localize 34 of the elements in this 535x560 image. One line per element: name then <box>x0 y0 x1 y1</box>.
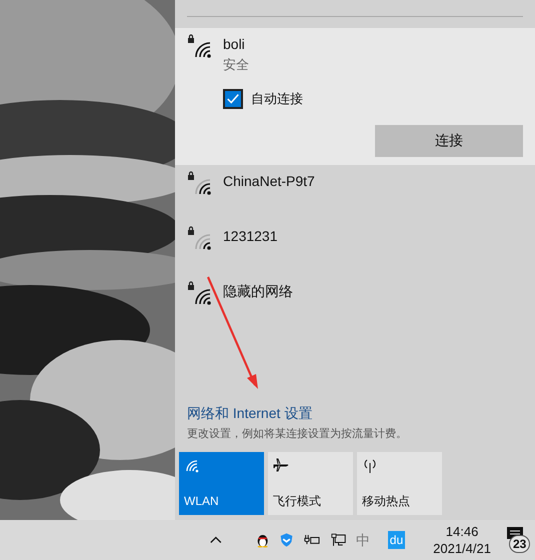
network-item-expanded[interactable]: boli 安全 自动连接 连接 <box>175 28 535 164</box>
airplane-icon <box>273 457 289 473</box>
quick-action-tile[interactable]: 移动热点 <box>357 452 442 515</box>
wifi-lock-icon <box>187 226 213 252</box>
quick-action-tile[interactable]: 飞行模式 <box>268 452 353 515</box>
network-item[interactable]: 1231231 <box>175 220 535 274</box>
wifi-lock-icon <box>187 170 213 196</box>
network-name: 1231231 <box>223 226 278 246</box>
network-item[interactable]: ChinaNet-P9t7 <box>175 164 535 220</box>
antenna-icon <box>362 457 378 473</box>
settings-link[interactable]: 网络和 Internet 设置 <box>187 402 523 424</box>
shield-icon[interactable] <box>279 531 294 549</box>
settings-description: 更改设置，例如将某连接设置为按流量计费。 <box>187 426 408 442</box>
checkbox-label: 自动连接 <box>251 90 303 108</box>
network-monitor-icon[interactable] <box>330 532 346 548</box>
check-icon <box>226 92 240 106</box>
network-name: ChinaNet-P9t7 <box>223 172 315 190</box>
connect-button[interactable]: 连接 <box>375 124 523 156</box>
battery-plug-icon[interactable] <box>304 533 321 547</box>
chevron-up-icon[interactable] <box>210 536 222 544</box>
checkbox[interactable] <box>223 88 243 108</box>
tile-label: WLAN <box>184 493 220 510</box>
tile-label: 移动热点 <box>362 493 411 510</box>
network-name: 隐藏的网络 <box>223 282 293 300</box>
quick-action-tile[interactable]: WLAN <box>179 452 264 515</box>
tile-label: 飞行模式 <box>273 493 322 510</box>
network-item[interactable]: 隐藏的网络 <box>175 274 535 330</box>
wifi-lock-icon <box>187 34 213 60</box>
network-name: boli <box>223 35 246 54</box>
notification-count-badge: 23 <box>508 535 530 553</box>
wifi-lock-icon <box>187 280 213 306</box>
clock-time[interactable]: 14:46 <box>446 523 478 540</box>
clock-date[interactable]: 2021/4/21 <box>433 540 491 557</box>
network-status: 安全 <box>223 56 249 74</box>
